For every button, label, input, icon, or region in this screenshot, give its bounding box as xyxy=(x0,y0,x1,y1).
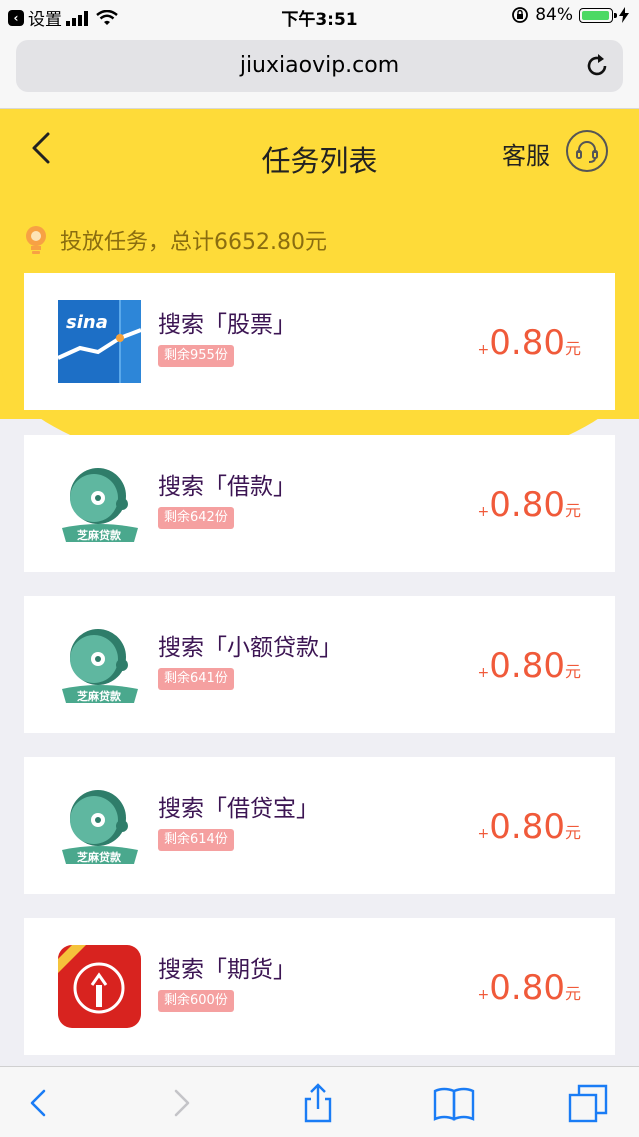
reward-amount: 0.80 xyxy=(489,323,565,363)
reward-amount: 0.80 xyxy=(489,968,565,1008)
task-title: 搜索「股票」 xyxy=(158,312,296,338)
task-title: 搜索「小额贷款」 xyxy=(158,635,342,661)
remaining-badge: 剩余600份 xyxy=(158,990,234,1012)
zhima-daikuan-icon: 芝麻贷款 xyxy=(62,790,138,864)
browser-forward-icon[interactable] xyxy=(158,1081,202,1125)
reward-unit: 元 xyxy=(564,501,581,520)
remaining-badge: 剩余955份 xyxy=(158,345,234,367)
share-icon[interactable] xyxy=(296,1081,340,1125)
battery-percent: 84% xyxy=(535,5,573,25)
task-reward: +0.80元 xyxy=(478,646,581,686)
browser-address-area: jiuxiaovip.com xyxy=(0,32,639,109)
reward-amount: 0.80 xyxy=(489,646,565,686)
svg-text:sina: sina xyxy=(66,312,108,333)
reward-unit: 元 xyxy=(564,339,581,358)
task-title: 搜索「期货」 xyxy=(158,957,296,983)
task-card[interactable]: 芝麻贷款 搜索「小额贷款」 剩余641份 +0.80元 xyxy=(24,596,615,733)
reward-amount: 0.80 xyxy=(489,485,565,525)
zhima-daikuan-icon: 芝麻贷款 xyxy=(62,629,138,703)
task-card[interactable]: 芝麻贷款 搜索「借贷宝」 剩余614份 +0.80元 xyxy=(24,757,615,894)
remaining-badge: 剩余642份 xyxy=(158,507,234,529)
customer-service-label[interactable]: 客服 xyxy=(502,136,550,171)
reward-unit: 元 xyxy=(564,984,581,1003)
task-reward: +0.80元 xyxy=(478,485,581,525)
lightbulb-icon xyxy=(26,226,46,254)
sina-finance-icon: sina xyxy=(58,300,141,383)
remaining-badge: 剩余641份 xyxy=(158,668,234,690)
zhima-daikuan-icon: 芝麻贷款 xyxy=(62,468,138,542)
status-right: 84% xyxy=(511,5,629,25)
reward-unit: 元 xyxy=(564,823,581,842)
headset-icon[interactable] xyxy=(566,130,608,172)
svg-text:芝麻贷款: 芝麻贷款 xyxy=(77,689,122,703)
task-card[interactable]: sina 搜索「股票」 剩余955份 +0.80元 xyxy=(24,273,615,410)
summary-text: 投放任务，总计6652.80元 xyxy=(60,230,327,255)
charging-icon xyxy=(619,7,629,23)
reward-plus: + xyxy=(477,987,490,1003)
reward-plus: + xyxy=(477,665,490,681)
svg-text:芝麻贷款: 芝麻贷款 xyxy=(77,850,122,864)
futures-app-icon xyxy=(58,945,141,1028)
svg-text:芝麻贷款: 芝麻贷款 xyxy=(77,528,122,542)
address-bar[interactable]: jiuxiaovip.com xyxy=(16,40,623,92)
browser-back-icon[interactable] xyxy=(18,1081,62,1125)
reward-plus: + xyxy=(477,504,490,520)
reward-plus: + xyxy=(477,826,490,842)
task-card[interactable]: 芝麻贷款 搜索「借款」 剩余642份 +0.80元 xyxy=(24,435,615,572)
reward-unit: 元 xyxy=(564,662,581,681)
task-reward: +0.80元 xyxy=(478,323,581,363)
task-title: 搜索「借贷宝」 xyxy=(158,796,319,822)
task-title: 搜索「借款」 xyxy=(158,474,296,500)
task-summary: 投放任务，总计6652.80元 xyxy=(22,224,327,256)
remaining-badge: 剩余614份 xyxy=(158,829,234,851)
status-bar: ‹ 设置 下午3:51 84% xyxy=(0,0,639,32)
tabs-icon[interactable] xyxy=(566,1081,610,1125)
battery-icon xyxy=(579,7,617,23)
bookmarks-icon[interactable] xyxy=(432,1081,476,1125)
task-card[interactable]: 搜索「期货」 剩余600份 +0.80元 xyxy=(24,918,615,1055)
url-text[interactable]: jiuxiaovip.com xyxy=(16,53,623,78)
rotation-lock-icon xyxy=(512,7,529,23)
reload-icon[interactable] xyxy=(583,52,611,80)
reward-plus: + xyxy=(477,342,490,358)
task-reward: +0.80元 xyxy=(478,968,581,1008)
reward-amount: 0.80 xyxy=(489,807,565,847)
browser-toolbar xyxy=(0,1066,639,1137)
task-reward: +0.80元 xyxy=(478,807,581,847)
